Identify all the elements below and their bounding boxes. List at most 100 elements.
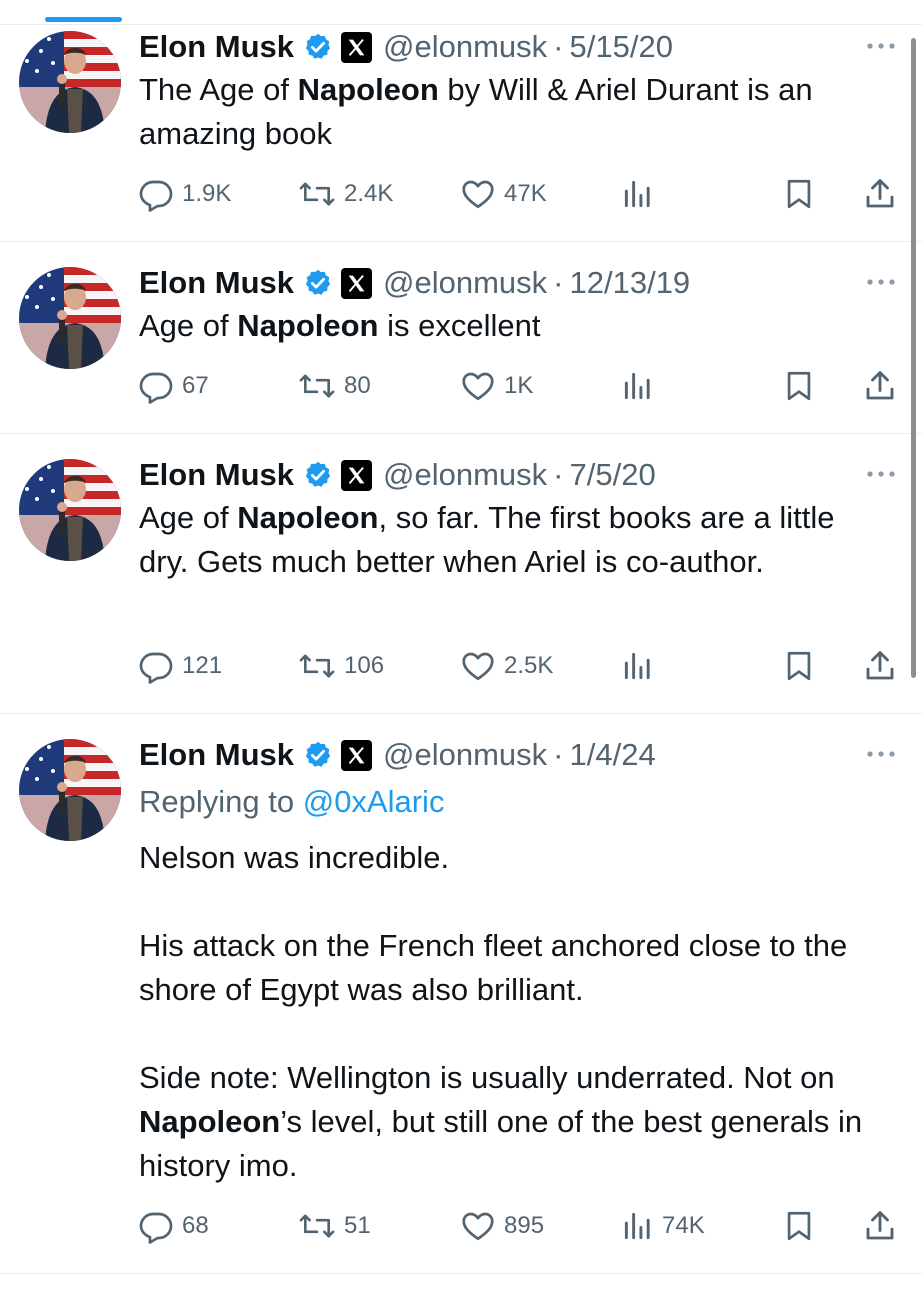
like-button[interactable]: 2.5K (460, 646, 553, 686)
author-name[interactable]: Elon Musk (139, 265, 294, 301)
author-name[interactable]: Elon Musk (139, 737, 294, 773)
tweet-body: Elon Musk @elonmusk · 5/15/20 The Age of… (139, 26, 879, 156)
reply-button[interactable]: 68 (138, 1206, 209, 1246)
tweet-date[interactable]: 1/4/24 (570, 737, 656, 773)
like-count: 47K (504, 180, 547, 207)
bookmark-button[interactable] (782, 174, 816, 214)
views-button[interactable]: 74K (622, 1206, 705, 1246)
tweet-date[interactable]: 5/15/20 (570, 29, 673, 65)
tweet-date[interactable]: 12/13/19 (570, 265, 691, 301)
like-button[interactable]: 895 (460, 1206, 544, 1246)
repost-button[interactable]: 80 (298, 366, 371, 406)
separator-dot: · (553, 457, 564, 492)
avatar[interactable] (19, 459, 121, 561)
tweet-text: Nelson was incredible. His attack on the… (139, 836, 879, 1188)
tweet-text: Age of Napoleon is excellent (139, 304, 879, 348)
reply-button[interactable]: 67 (138, 366, 209, 406)
tab-active-indicator (45, 17, 122, 22)
views-button[interactable] (622, 646, 662, 686)
repost-button[interactable]: 51 (298, 1206, 371, 1246)
highlighted-term: Napoleon (237, 500, 379, 535)
reply-mention-link[interactable]: @0xAlaric (303, 784, 445, 819)
avatar[interactable] (19, 31, 121, 133)
action-bar: 68 51 895 74K (138, 1206, 908, 1246)
reply-count: 1.9K (182, 180, 232, 207)
share-button[interactable] (862, 1206, 898, 1246)
replying-to-line: Replying to @0xAlaric (139, 780, 879, 824)
views-icon (622, 176, 654, 212)
share-icon (862, 176, 898, 212)
like-button[interactable]: 47K (460, 174, 547, 214)
separator-dot: · (553, 265, 564, 300)
tweet-text: Age of Napoleon, so far. The first books… (139, 496, 879, 584)
bookmark-button[interactable] (782, 1206, 816, 1246)
tweet-header: Elon Musk @elonmusk · 12/13/19 (139, 262, 879, 304)
repost-count: 106 (344, 652, 385, 679)
tweet[interactable]: Elon Musk @elonmusk · 5/15/20 The Age of… (0, 26, 922, 242)
tweet-body: Elon Musk @elonmusk · 1/4/24 Replying to… (139, 734, 879, 1188)
share-button[interactable] (862, 366, 898, 406)
author-handle[interactable]: @elonmusk (383, 265, 547, 301)
repost-icon (298, 176, 336, 212)
reply-count: 67 (182, 372, 209, 399)
author-name[interactable]: Elon Musk (139, 29, 294, 65)
bookmark-icon (782, 648, 816, 684)
text-part: The Age of (139, 72, 298, 107)
reply-count: 68 (182, 1212, 209, 1239)
highlighted-term: Napoleon (139, 1104, 281, 1139)
repost-button[interactable]: 106 (298, 646, 384, 686)
share-button[interactable] (862, 174, 898, 214)
text-part: is excellent (378, 308, 541, 343)
views-button[interactable] (622, 366, 662, 406)
reply-button[interactable]: 1.9K (138, 174, 231, 214)
more-icon[interactable] (865, 36, 897, 56)
author-name[interactable]: Elon Musk (139, 457, 294, 493)
tweet[interactable]: Elon Musk @elonmusk · 7/5/20 Age of Napo… (0, 434, 922, 714)
like-count: 2.5K (504, 652, 554, 679)
author-handle[interactable]: @elonmusk (383, 29, 547, 65)
share-button[interactable] (862, 646, 898, 686)
like-icon (460, 648, 496, 684)
tweet[interactable]: Elon Musk @elonmusk · 12/13/19 Age of Na… (0, 242, 922, 434)
action-bar: 1.9K 2.4K 47K (138, 174, 908, 214)
bookmark-button[interactable] (782, 366, 816, 406)
repost-icon (298, 1208, 336, 1244)
share-icon (862, 368, 898, 404)
separator-dot: · (553, 29, 564, 64)
more-icon[interactable] (865, 272, 897, 292)
like-icon (460, 176, 496, 212)
views-button[interactable] (622, 174, 662, 214)
reply-icon (138, 648, 174, 684)
author-handle[interactable]: @elonmusk (383, 457, 547, 493)
views-icon (622, 648, 654, 684)
bookmark-button[interactable] (782, 646, 816, 686)
bookmark-icon (782, 176, 816, 212)
verified-badge-icon (303, 32, 333, 62)
tweet[interactable]: Elon Musk @elonmusk · 1/4/24 Replying to… (0, 714, 922, 1274)
repost-count: 80 (344, 372, 371, 399)
repost-count: 51 (344, 1212, 371, 1239)
author-handle[interactable]: @elonmusk (383, 737, 547, 773)
views-icon (622, 1208, 654, 1244)
more-icon[interactable] (865, 464, 897, 484)
reply-button[interactable]: 121 (138, 646, 222, 686)
views-count: 74K (662, 1212, 705, 1239)
more-icon[interactable] (865, 744, 897, 764)
tweet-header: Elon Musk @elonmusk · 7/5/20 (139, 454, 879, 496)
x-logo-icon (341, 267, 373, 299)
repost-button[interactable]: 2.4K (298, 174, 393, 214)
text-part: Nelson was incredible. His attack on the… (139, 840, 848, 1095)
x-logo-icon (341, 459, 373, 491)
like-button[interactable]: 1K (460, 366, 533, 406)
views-icon (622, 368, 654, 404)
reply-icon (138, 176, 174, 212)
tweet-date[interactable]: 7/5/20 (570, 457, 656, 493)
like-count: 1K (504, 372, 534, 399)
action-bar: 67 80 1K (138, 366, 908, 406)
avatar[interactable] (19, 739, 121, 841)
replying-prefix: Replying to (139, 784, 303, 819)
reply-count: 121 (182, 652, 223, 679)
avatar[interactable] (19, 267, 121, 369)
scrollbar[interactable] (911, 38, 916, 678)
reply-icon (138, 1208, 174, 1244)
